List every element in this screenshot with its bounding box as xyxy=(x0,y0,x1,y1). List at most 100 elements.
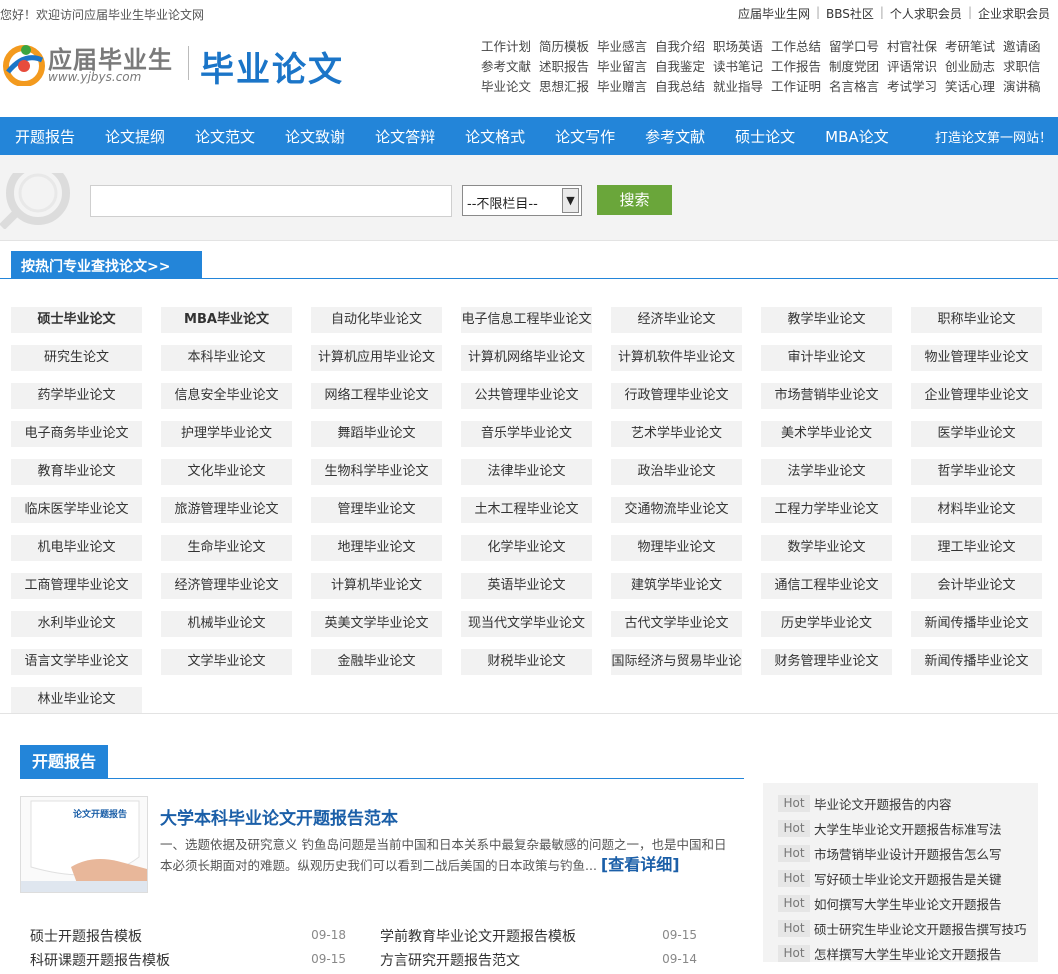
major-link[interactable]: 教育毕业论文 xyxy=(11,459,142,485)
hot-item[interactable]: Hot 写好硕士毕业论文开题报告是关键 xyxy=(778,866,1038,891)
major-link[interactable]: 通信工程毕业论文 xyxy=(761,573,892,599)
major-link[interactable]: 语言文学毕业论文 xyxy=(11,649,142,675)
top-link-company-member[interactable]: 企业求职会员 xyxy=(972,5,1056,22)
quick-link[interactable]: 毕业留言 xyxy=(597,56,655,76)
major-link[interactable]: 市场营销毕业论文 xyxy=(761,383,892,409)
top-link-yjbys[interactable]: 应届毕业生网 xyxy=(732,5,816,22)
major-link[interactable]: 工商管理毕业论文 xyxy=(11,573,142,599)
top-link-bbs[interactable]: BBS社区 xyxy=(820,5,880,22)
quick-link[interactable]: 制度党团 xyxy=(829,56,887,76)
major-link[interactable]: 经济管理毕业论文 xyxy=(161,573,292,599)
major-link[interactable]: 历史学毕业论文 xyxy=(761,611,892,637)
quick-link[interactable]: 留学口号 xyxy=(829,36,887,56)
quick-link[interactable]: 参考文献 xyxy=(481,56,539,76)
quick-link[interactable]: 考研笔试 xyxy=(945,36,1003,56)
quick-link[interactable]: 村官社保 xyxy=(887,36,945,56)
major-link[interactable]: 计算机毕业论文 xyxy=(311,573,442,599)
quick-link[interactable]: 评语常识 xyxy=(887,56,945,76)
major-link[interactable]: 数学毕业论文 xyxy=(761,535,892,561)
quick-link[interactable]: 笑话心理 xyxy=(945,76,1003,96)
nav-item[interactable]: 论文致谢 xyxy=(270,126,360,147)
hot-item-title[interactable]: 如何撰写大学生毕业论文开题报告 xyxy=(814,894,1002,913)
featured-title[interactable]: 大学本科毕业论文开题报告范本 xyxy=(160,804,398,829)
hot-item[interactable]: Hot 毕业论文开题报告的内容 xyxy=(778,791,1038,816)
hot-item-title[interactable]: 大学生毕业论文开题报告标准写法 xyxy=(814,819,1002,838)
major-link[interactable]: 古代文学毕业论文 xyxy=(611,611,742,637)
hot-item-title[interactable]: 毕业论文开题报告的内容 xyxy=(814,794,952,813)
quick-link[interactable]: 创业励志 xyxy=(945,56,1003,76)
major-link[interactable]: 硕士毕业论文 xyxy=(11,307,142,333)
major-link[interactable]: 物业管理毕业论文 xyxy=(911,345,1042,371)
quick-link[interactable]: 自我总结 xyxy=(655,76,713,96)
hot-item[interactable]: Hot 硕士研究生毕业论文开题报告撰写技巧 xyxy=(778,916,1038,941)
quick-link[interactable]: 述职报告 xyxy=(539,56,597,76)
major-link[interactable]: 电子信息工程毕业论文 xyxy=(461,307,592,333)
site-logo[interactable]: 应届毕业生 www.yjbys.com 毕业论文 xyxy=(2,40,352,100)
hot-item-title[interactable]: 怎样撰写大学生毕业论文开题报告 xyxy=(814,944,1002,963)
report-item-title[interactable]: 科研课题开题报告模板 xyxy=(30,950,170,970)
major-link[interactable]: 林业毕业论文 xyxy=(11,687,142,713)
major-link[interactable]: 财税毕业论文 xyxy=(461,649,592,675)
major-link[interactable]: 临床医学毕业论文 xyxy=(11,497,142,523)
major-link[interactable]: 经济毕业论文 xyxy=(611,307,742,333)
major-link[interactable]: 电子商务毕业论文 xyxy=(11,421,142,447)
category-select[interactable]: --不限栏目-- ▼ xyxy=(462,185,582,216)
major-link[interactable]: 企业管理毕业论文 xyxy=(911,383,1042,409)
major-link[interactable]: 国际经济与贸易毕业论 xyxy=(611,649,742,675)
major-link[interactable]: 法律毕业论文 xyxy=(461,459,592,485)
nav-item[interactable]: MBA论文 xyxy=(810,126,904,147)
search-input[interactable] xyxy=(90,185,452,217)
hot-item-title[interactable]: 硕士研究生毕业论文开题报告撰写技巧 xyxy=(814,919,1027,938)
quick-link[interactable]: 工作报告 xyxy=(771,56,829,76)
major-link[interactable]: 法学毕业论文 xyxy=(761,459,892,485)
report-list-item[interactable]: 硕士开题报告模板 09-18 xyxy=(30,926,346,950)
hot-item-title[interactable]: 市场营销毕业设计开题报告怎么写 xyxy=(814,844,1002,863)
major-link[interactable]: 艺术学毕业论文 xyxy=(611,421,742,447)
major-link[interactable]: 职称毕业论文 xyxy=(911,307,1042,333)
major-link[interactable]: 新闻传播毕业论文 xyxy=(911,649,1042,675)
report-item-title[interactable]: 学前教育毕业论文开题报告模板 xyxy=(380,926,576,946)
nav-item[interactable]: 论文写作 xyxy=(540,126,630,147)
quick-link[interactable]: 名言格言 xyxy=(829,76,887,96)
quick-link[interactable]: 工作证明 xyxy=(771,76,829,96)
major-link[interactable]: 哲学毕业论文 xyxy=(911,459,1042,485)
major-link[interactable]: 现当代文学毕业论文 xyxy=(461,611,592,637)
quick-link[interactable]: 工作总结 xyxy=(771,36,829,56)
quick-link[interactable]: 读书笔记 xyxy=(713,56,771,76)
major-link[interactable]: 护理学毕业论文 xyxy=(161,421,292,447)
report-item-title[interactable]: 方言研究开题报告范文 xyxy=(380,950,520,970)
major-link[interactable]: 音乐学毕业论文 xyxy=(461,421,592,447)
major-link[interactable]: 英语毕业论文 xyxy=(461,573,592,599)
major-link[interactable]: 机械毕业论文 xyxy=(161,611,292,637)
hot-item[interactable]: Hot 如何撰写大学生毕业论文开题报告 xyxy=(778,891,1038,916)
major-link[interactable]: 医学毕业论文 xyxy=(911,421,1042,447)
major-link[interactable]: 机电毕业论文 xyxy=(11,535,142,561)
major-link[interactable]: 生命毕业论文 xyxy=(161,535,292,561)
major-link[interactable]: 公共管理毕业论文 xyxy=(461,383,592,409)
major-link[interactable]: 物理毕业论文 xyxy=(611,535,742,561)
quick-link[interactable]: 自我鉴定 xyxy=(655,56,713,76)
major-link[interactable]: 建筑学毕业论文 xyxy=(611,573,742,599)
quick-link[interactable]: 毕业赠言 xyxy=(597,76,655,96)
quick-link[interactable]: 就业指导 xyxy=(713,76,771,96)
major-link[interactable]: 交通物流毕业论文 xyxy=(611,497,742,523)
major-link[interactable]: 本科毕业论文 xyxy=(161,345,292,371)
major-link[interactable]: 计算机网络毕业论文 xyxy=(461,345,592,371)
major-link[interactable]: 财务管理毕业论文 xyxy=(761,649,892,675)
major-link[interactable]: 自动化毕业论文 xyxy=(311,307,442,333)
major-link[interactable]: 金融毕业论文 xyxy=(311,649,442,675)
major-link[interactable]: 文学毕业论文 xyxy=(161,649,292,675)
quick-link[interactable]: 演讲稿 xyxy=(1003,76,1058,96)
major-link[interactable]: 英美文学毕业论文 xyxy=(311,611,442,637)
top-link-personal-member[interactable]: 个人求职会员 xyxy=(884,5,968,22)
major-link[interactable]: 材料毕业论文 xyxy=(911,497,1042,523)
major-link[interactable]: 会计毕业论文 xyxy=(911,573,1042,599)
nav-item[interactable]: 论文格式 xyxy=(450,126,540,147)
featured-thumbnail[interactable]: 论文开题报告 xyxy=(20,796,148,893)
major-link[interactable]: MBA毕业论文 xyxy=(161,307,292,333)
major-link[interactable]: 研究生论文 xyxy=(11,345,142,371)
report-tab[interactable]: 开题报告 xyxy=(20,745,108,778)
quick-link[interactable]: 邀请函 xyxy=(1003,36,1058,56)
nav-item[interactable]: 论文答辩 xyxy=(360,126,450,147)
major-link[interactable]: 生物科学毕业论文 xyxy=(311,459,442,485)
